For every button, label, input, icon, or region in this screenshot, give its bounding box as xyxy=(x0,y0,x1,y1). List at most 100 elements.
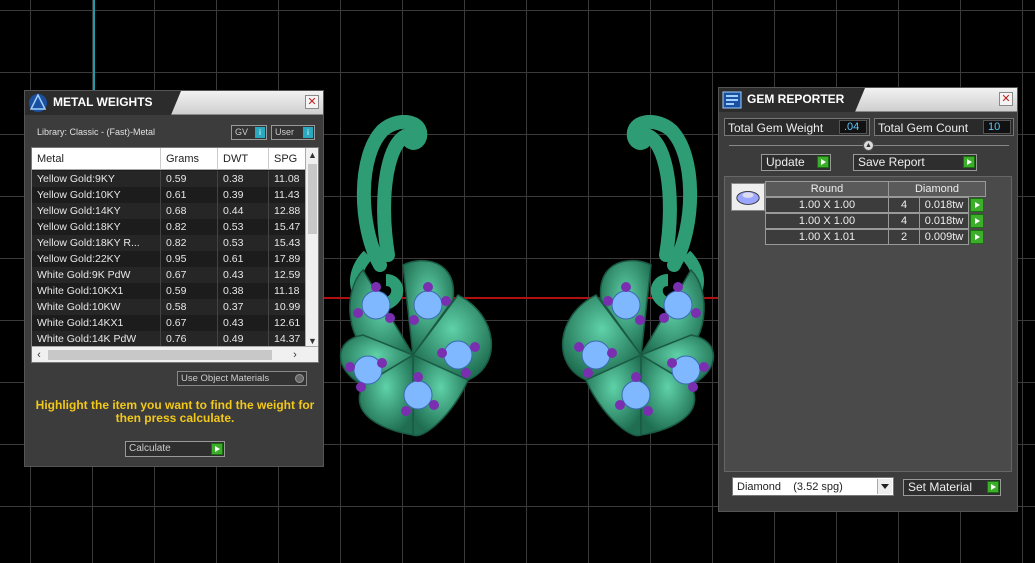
table-cell: 0.67 xyxy=(161,267,218,283)
calculate-button[interactable]: Calculate xyxy=(125,441,225,457)
gem-size-cell: 1.00 X 1.00 xyxy=(765,197,889,213)
table-cell: 0.37 xyxy=(218,299,269,315)
user-toggle[interactable]: User i xyxy=(271,125,315,140)
material-select[interactable]: Diamond (3.52 spg) xyxy=(732,477,894,496)
table-cell: Yellow Gold:14KY xyxy=(32,203,161,219)
gem-count-cell: 4 xyxy=(888,213,920,229)
gem-reporter-titlebar[interactable]: GEM REPORTER ✕ xyxy=(719,88,1017,112)
table-cell: 0.43 xyxy=(218,267,269,283)
close-icon[interactable]: ✕ xyxy=(999,92,1013,106)
metal-table[interactable]: Metal Grams DWT SPG Yellow Gold:9KY 0.59 0… xyxy=(31,147,319,363)
gem-row-arrow-icon[interactable] xyxy=(970,214,984,228)
table-cell: 0.59 xyxy=(161,283,218,299)
pyramid-logo-icon xyxy=(29,93,47,112)
hscroll-thumb[interactable] xyxy=(48,350,272,360)
gem-header-shape: Round xyxy=(765,181,889,197)
info-icon: i xyxy=(255,127,265,138)
table-cell: Yellow Gold:9KY xyxy=(32,171,161,187)
table-cell: 0.38 xyxy=(218,283,269,299)
gem-size-cell: 1.00 X 1.01 xyxy=(765,229,889,245)
table-cell: 0.68 xyxy=(161,203,218,219)
scroll-left-icon[interactable]: ‹ xyxy=(32,347,46,362)
table-cell: 15.47 xyxy=(269,219,306,235)
table-row[interactable]: Yellow Gold:22KY 0.95 0.61 17.89 xyxy=(32,251,306,267)
column-header-dwt[interactable]: DWT xyxy=(218,148,269,170)
table-cell: 11.08 xyxy=(269,171,306,187)
table-row[interactable]: White Gold:14KX1 0.67 0.43 12.61 xyxy=(32,315,306,331)
column-header-grams[interactable]: Grams xyxy=(161,148,218,170)
gem-list-area: Round Diamond 1.00 X 1.00 4 0.018tw 1.00 X … xyxy=(724,176,1012,472)
save-report-button[interactable]: Save Report xyxy=(853,154,977,171)
table-row[interactable]: Yellow Gold:14KY 0.68 0.44 12.88 xyxy=(32,203,306,219)
update-button[interactable]: Update xyxy=(761,154,831,171)
table-cell: 0.53 xyxy=(218,219,269,235)
table-cell: 11.18 xyxy=(269,283,306,299)
table-row[interactable]: Yellow Gold:18KY R... 0.82 0.53 15.43 xyxy=(32,235,306,251)
table-cell: 0.39 xyxy=(218,187,269,203)
table-row[interactable]: White Gold:9K PdW 0.67 0.43 12.59 xyxy=(32,267,306,283)
use-object-materials-toggle[interactable]: Use Object Materials xyxy=(177,371,307,386)
table-cell: 0.67 xyxy=(161,315,218,331)
gem-weight-cell: 0.009tw xyxy=(919,229,969,245)
table-cell: 0.61 xyxy=(218,251,269,267)
library-label: Library: Classic - (Fast)-Metal xyxy=(37,127,156,137)
close-icon[interactable]: ✕ xyxy=(305,95,319,109)
table-cell: 0.38 xyxy=(218,171,269,187)
table-cell: 0.59 xyxy=(161,171,218,187)
table-cell: 0.49 xyxy=(218,331,269,347)
table-cell: 0.82 xyxy=(161,219,218,235)
gem-reporter-panel: GEM REPORTER ✕ Total Gem Weight .04 Tota… xyxy=(718,87,1018,512)
gv-toggle[interactable]: GV i xyxy=(231,125,267,140)
horizontal-scrollbar[interactable]: ‹ › xyxy=(32,346,318,362)
gem-count-cell: 2 xyxy=(888,229,920,245)
play-arrow-icon xyxy=(987,481,999,493)
column-header-metal[interactable]: Metal xyxy=(32,148,161,170)
table-cell: Yellow Gold:22KY xyxy=(32,251,161,267)
set-material-button[interactable]: Set Material xyxy=(903,479,1001,496)
table-row[interactable]: Yellow Gold:9KY 0.59 0.38 11.08 xyxy=(32,171,306,187)
table-cell: Yellow Gold:10KY xyxy=(32,187,161,203)
info-icon: i xyxy=(303,127,313,138)
gem-row-arrow-icon[interactable] xyxy=(970,198,984,212)
scroll-thumb[interactable] xyxy=(308,164,317,234)
table-cell: 11.43 xyxy=(269,187,306,203)
report-logo-icon xyxy=(722,91,742,109)
instruction-text: Highlight the item you want to find the … xyxy=(35,398,315,425)
table-row[interactable]: White Gold:14K PdW 0.76 0.49 14.37 xyxy=(32,331,306,347)
table-cell: White Gold:14K PdW xyxy=(32,331,161,347)
gem-weight-cell: 0.018tw xyxy=(919,197,969,213)
table-cell: 12.88 xyxy=(269,203,306,219)
table-row[interactable]: Yellow Gold:10KY 0.61 0.39 11.43 xyxy=(32,187,306,203)
scroll-up-icon[interactable]: ▲ xyxy=(306,148,318,162)
play-arrow-icon xyxy=(963,156,975,168)
vertical-scrollbar[interactable]: ▲ ▼ xyxy=(305,148,318,348)
metal-weights-titlebar[interactable]: METAL WEIGHTS ✕ xyxy=(25,91,323,115)
table-cell: White Gold:10KW xyxy=(32,299,161,315)
table-cell: 14.37 xyxy=(269,331,306,347)
table-row[interactable]: Yellow Gold:18KY 0.82 0.53 15.47 xyxy=(32,219,306,235)
gem-weight-cell: 0.018tw xyxy=(919,213,969,229)
table-cell: White Gold:9K PdW xyxy=(32,267,161,283)
table-cell: White Gold:10KX1 xyxy=(32,283,161,299)
table-cell: 15.43 xyxy=(269,235,306,251)
collapse-icon[interactable]: ▲ xyxy=(863,140,874,151)
table-row[interactable]: White Gold:10KW 0.58 0.37 10.99 xyxy=(32,299,306,315)
table-header: Metal Grams DWT SPG xyxy=(32,148,306,170)
column-header-spg[interactable]: SPG xyxy=(269,148,306,170)
table-cell: 0.58 xyxy=(161,299,218,315)
metal-weights-panel: METAL WEIGHTS ✕ Library: Classic - (Fast… xyxy=(24,90,324,467)
gem-row-arrow-icon[interactable] xyxy=(970,230,984,244)
earring-model-right[interactable] xyxy=(546,115,726,445)
earring-model-left[interactable] xyxy=(328,115,508,445)
chevron-down-icon[interactable] xyxy=(877,479,892,494)
total-gem-weight: Total Gem Weight .04 xyxy=(724,118,870,136)
gem-size-cell: 1.00 X 1.00 xyxy=(765,213,889,229)
scroll-right-icon[interactable]: › xyxy=(288,347,302,362)
table-cell: 17.89 xyxy=(269,251,306,267)
gem-header-material: Diamond xyxy=(888,181,986,197)
y-axis-line xyxy=(93,0,95,92)
toggle-knob-icon xyxy=(295,374,304,383)
table-cell: 0.44 xyxy=(218,203,269,219)
diamond-icon[interactable] xyxy=(731,183,765,211)
table-row[interactable]: White Gold:10KX1 0.59 0.38 11.18 xyxy=(32,283,306,299)
